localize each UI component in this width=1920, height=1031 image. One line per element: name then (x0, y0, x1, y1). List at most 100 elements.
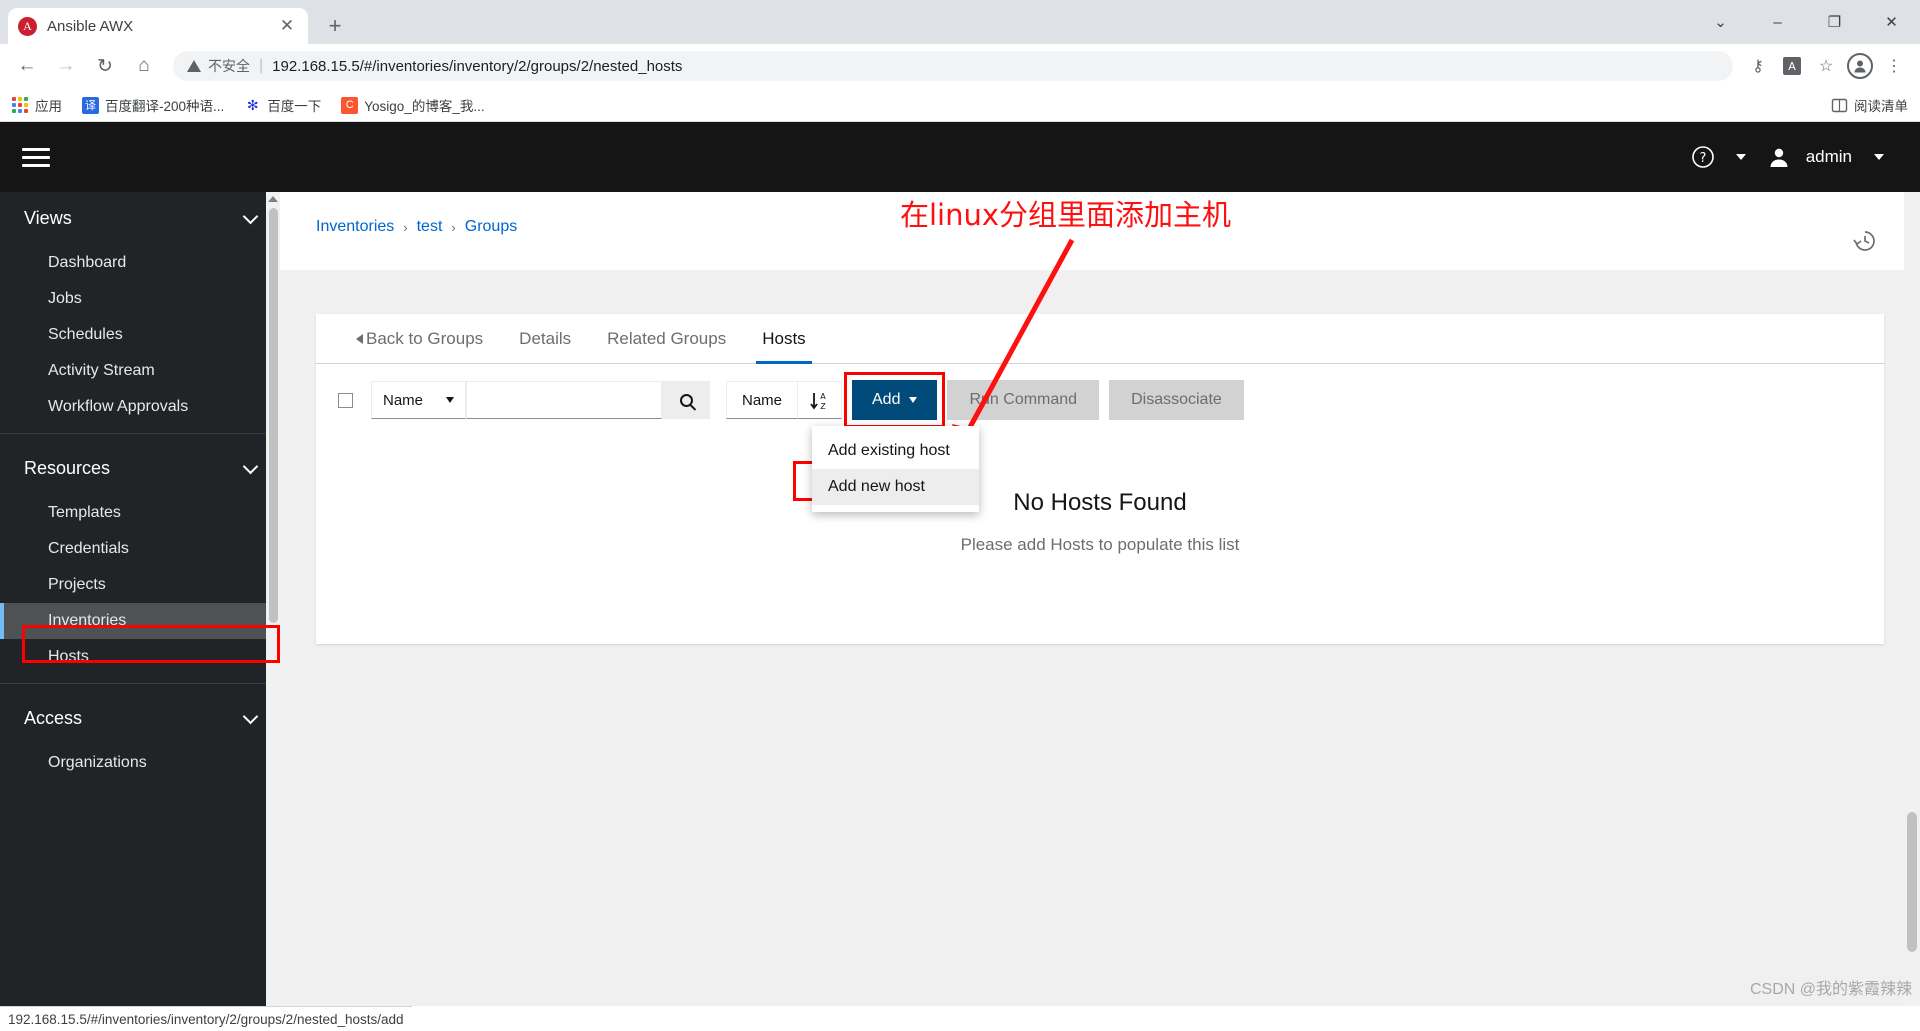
tab-details[interactable]: Details (501, 314, 589, 363)
bookmark-csdn-blog[interactable]: C Yosigo_的博客_我... (341, 95, 485, 115)
sidebar-item-label: Credentials (48, 540, 129, 557)
tab-label: Related Groups (607, 328, 727, 348)
window-minimize-icon[interactable]: – (1749, 0, 1806, 44)
forward-icon[interactable]: → (49, 49, 83, 83)
ansible-favicon-icon: A (18, 16, 37, 36)
translate-glyph: A (1783, 57, 1801, 75)
translate-icon: 译 (82, 96, 99, 114)
run-command-button[interactable]: Run Command (947, 380, 1100, 420)
sidebar-item-credentials[interactable]: Credentials (0, 531, 280, 567)
sidebar-item-organizations[interactable]: Organizations (0, 745, 280, 781)
sidebar-item-label: Schedules (48, 326, 123, 343)
add-button[interactable]: Add (852, 380, 938, 420)
page-scrollbar[interactable] (1904, 192, 1920, 1006)
breadcrumb-separator-icon: › (451, 219, 456, 235)
awx-top-header: ? admin (0, 122, 1920, 192)
sidebar-item-activity-stream[interactable]: Activity Stream (0, 353, 280, 389)
scroll-up-arrow-icon[interactable] (268, 196, 278, 202)
sidebar-section-resources[interactable]: Resources (0, 442, 280, 495)
browser-tab-title: Ansible AWX (47, 17, 134, 35)
history-clock-glyph (1853, 231, 1875, 251)
sidebar-item-templates[interactable]: Templates (0, 495, 280, 531)
browser-tab[interactable]: A Ansible AWX ✕ (8, 8, 308, 44)
menu-item-label: Add new host (828, 478, 925, 495)
new-tab-button[interactable]: + (320, 11, 350, 41)
reading-list-icon (1831, 98, 1848, 112)
search-button[interactable] (662, 381, 710, 419)
reload-icon[interactable]: ↻ (88, 49, 122, 83)
bookmark-star-icon[interactable]: ☆ (1810, 50, 1842, 82)
tab-hosts[interactable]: Hosts (744, 314, 823, 364)
empty-state-title: No Hosts Found (1013, 489, 1187, 516)
reading-list-button[interactable]: 阅读清单 (1831, 95, 1908, 115)
sidebar-item-label: Activity Stream (48, 362, 155, 379)
bookmark-label: Yosigo_的博客_我... (364, 99, 485, 114)
apps-grid-icon (12, 96, 29, 114)
sidebar-item-projects[interactable]: Projects (0, 567, 280, 603)
address-bar-url: 192.168.15.5/#/inventories/inventory/2/g… (272, 57, 683, 75)
sidebar-item-schedules[interactable]: Schedules (0, 317, 280, 353)
translate-icon[interactable]: A (1776, 50, 1808, 82)
sidebar-section-access[interactable]: Access (0, 692, 280, 745)
help-chevron-down-icon[interactable] (1724, 140, 1758, 174)
tab-related-groups[interactable]: Related Groups (589, 314, 744, 363)
sidebar-section-label: Resources (24, 458, 111, 478)
bookmark-apps[interactable]: 应用 (12, 95, 62, 115)
sidebar-scrollbar[interactable] (266, 192, 280, 1006)
header-right-cluster: ? admin (1686, 140, 1896, 174)
warning-triangle-icon (187, 60, 201, 72)
sidebar-item-dashboard[interactable]: Dashboard (0, 245, 280, 281)
breadcrumb-groups[interactable]: Groups (465, 218, 517, 236)
disassociate-button[interactable]: Disassociate (1109, 380, 1244, 420)
empty-state: No Hosts Found Please add Hosts to popul… (316, 489, 1884, 555)
history-icon[interactable] (1852, 228, 1878, 260)
sort-alpha-icon[interactable]: A Z (798, 381, 842, 419)
user-icon[interactable] (1762, 140, 1796, 174)
menu-item-add-existing-host[interactable]: Add existing host (812, 433, 979, 469)
help-icon[interactable]: ? (1686, 140, 1720, 174)
breadcrumb-test[interactable]: test (417, 218, 443, 236)
profile-avatar-icon[interactable] (1844, 50, 1876, 82)
bookmark-baidu-translate[interactable]: 译 百度翻译-200种语... (82, 95, 224, 115)
chrome-menu-icon[interactable]: ⋮ (1878, 50, 1910, 82)
sidebar-item-hosts[interactable]: Hosts (0, 639, 280, 675)
sidebar-item-label: Organizations (48, 754, 147, 771)
window-maximize-icon[interactable]: ❐ (1806, 0, 1863, 44)
main-content: Inventories › test › Groups Back to Grou… (280, 192, 1920, 1006)
bookmark-baidu[interactable]: ✻ 百度一下 (244, 95, 321, 115)
breadcrumb-separator-icon: › (403, 219, 408, 235)
sidebar-item-label: Jobs (48, 290, 82, 307)
tab-back-to-groups[interactable]: Back to Groups (338, 314, 501, 363)
bookmark-label: 应用 (35, 99, 62, 114)
close-tab-icon[interactable]: ✕ (276, 15, 298, 37)
screenshot-root: A Ansible AWX ✕ + ⌄ – ❐ ✕ ← → ↻ ⌂ 不安全 | … (0, 0, 1920, 1031)
window-close-icon[interactable]: ✕ (1863, 0, 1920, 44)
select-all-checkbox[interactable] (338, 392, 353, 408)
browser-status-bar: 192.168.15.5/#/inventories/inventory/2/g… (0, 1006, 412, 1031)
home-icon[interactable]: ⌂ (127, 49, 161, 83)
sort-key-label[interactable]: Name (726, 381, 798, 419)
add-button-wrapper: Add Add existing host Add new host (812, 372, 979, 512)
address-bar[interactable]: 不安全 | 192.168.15.5/#/inventories/invento… (173, 51, 1733, 81)
sort-group: Name A Z (726, 381, 842, 419)
sidebar-item-inventories[interactable]: Inventories (0, 603, 280, 639)
breadcrumb-inventories[interactable]: Inventories (316, 218, 394, 236)
sidebar-section-views[interactable]: Views (0, 192, 280, 245)
search-input[interactable] (466, 381, 662, 419)
sidebar-item-workflow-approvals[interactable]: Workflow Approvals (0, 389, 280, 425)
menu-item-add-new-host[interactable]: Add new host (812, 469, 979, 505)
filter-key-select[interactable]: Name (371, 381, 466, 419)
sidebar-item-label: Dashboard (48, 254, 127, 271)
user-chevron-down-icon[interactable] (1862, 140, 1896, 174)
hamburger-icon[interactable] (22, 147, 50, 167)
security-warning[interactable]: 不安全 (187, 56, 250, 76)
sidebar-item-jobs[interactable]: Jobs (0, 281, 280, 317)
password-key-icon[interactable]: ⚷ (1742, 50, 1774, 82)
scrollbar-thumb[interactable] (269, 208, 278, 623)
add-dropdown-menu: Add existing host Add new host (812, 426, 979, 512)
window-more-icon[interactable]: ⌄ (1692, 0, 1749, 44)
sidebar-item-label: Workflow Approvals (48, 398, 189, 415)
browser-tab-strip: A Ansible AWX ✕ + ⌄ – ❐ ✕ (0, 0, 1920, 44)
back-icon[interactable]: ← (10, 49, 44, 83)
scrollbar-thumb[interactable] (1907, 812, 1917, 952)
